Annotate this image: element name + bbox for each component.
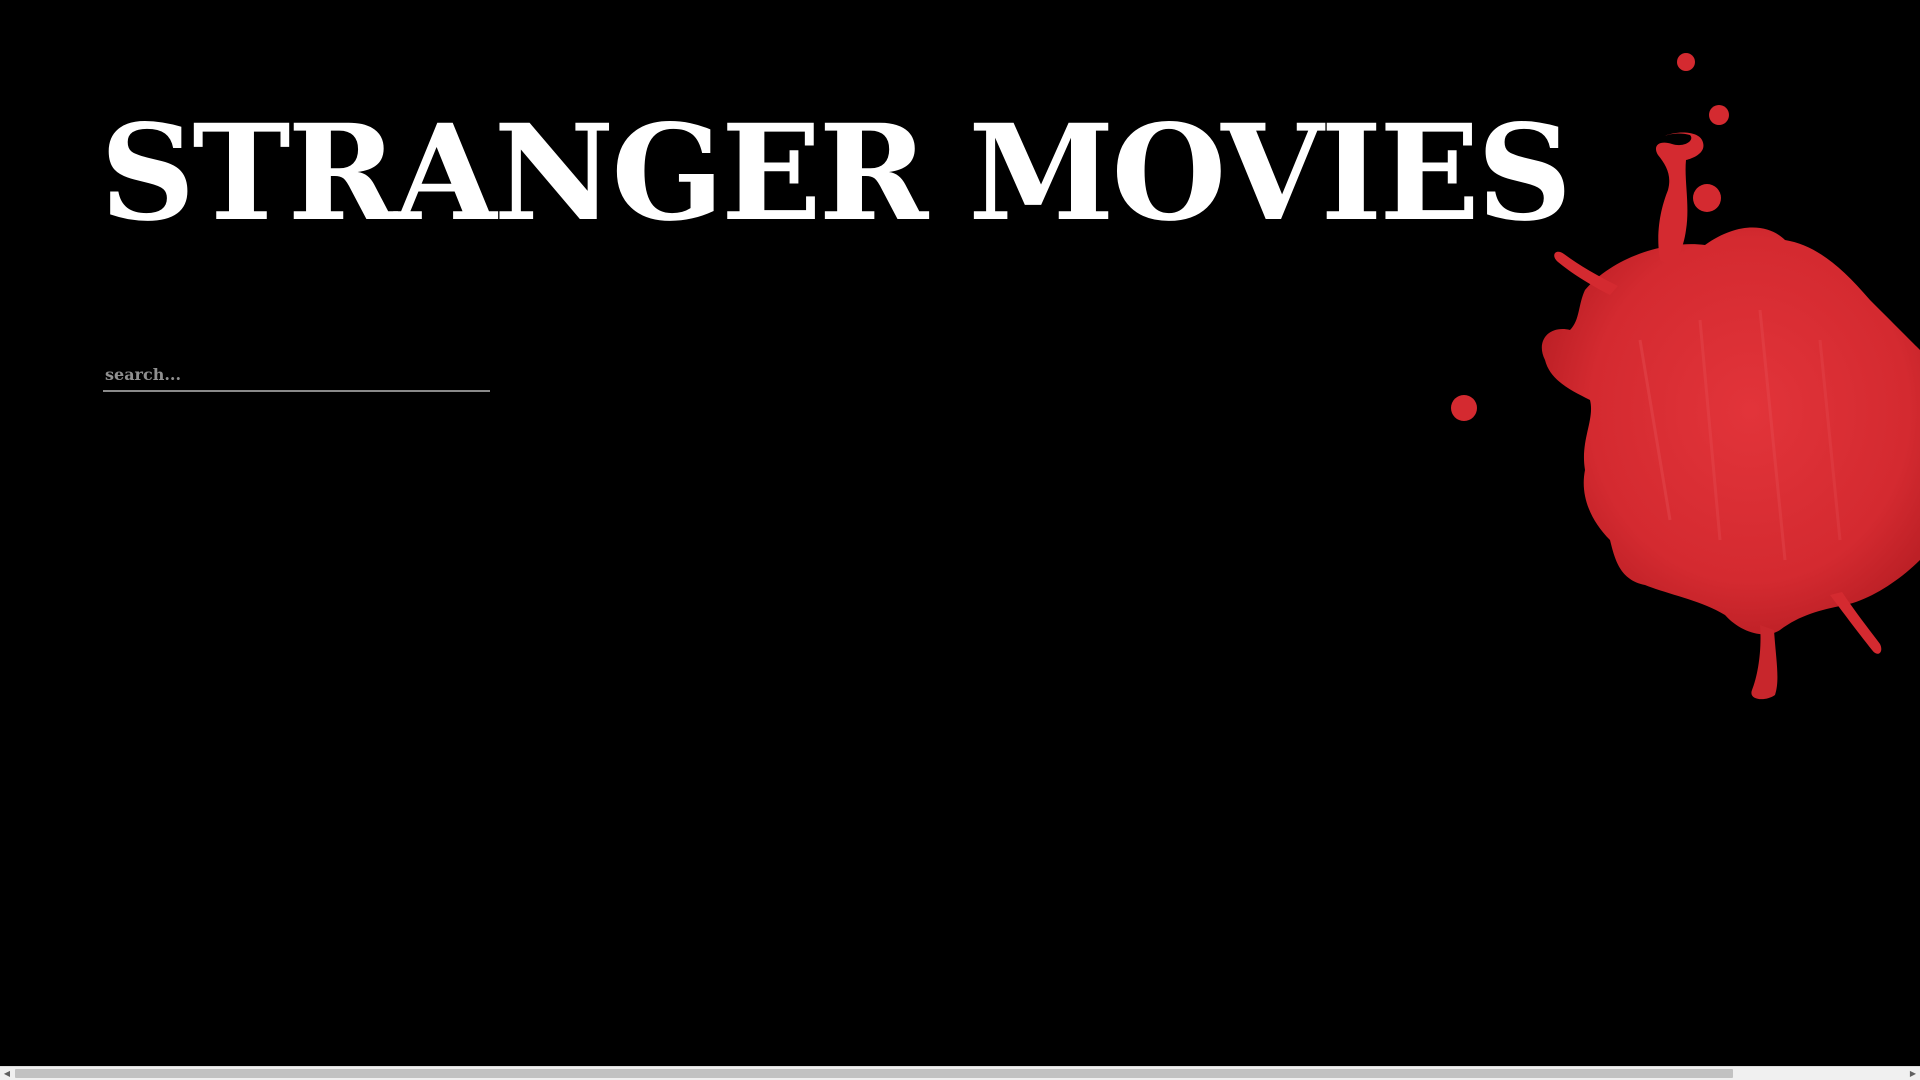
search-input[interactable]	[103, 360, 490, 388]
page: STRANGER MOVIES ◀	[0, 0, 1920, 1080]
page-title: STRANGER MOVIES	[100, 96, 1572, 251]
chevron-right-icon[interactable]: ▶	[1906, 1067, 1920, 1080]
scrollbar-thumb[interactable]	[15, 1069, 1733, 1078]
horizontal-scrollbar[interactable]: ◀ ▶	[0, 1066, 1920, 1080]
chevron-left-icon[interactable]: ◀	[0, 1067, 14, 1080]
search-box	[103, 360, 490, 392]
blood-splatter-icon	[1451, 53, 1920, 700]
